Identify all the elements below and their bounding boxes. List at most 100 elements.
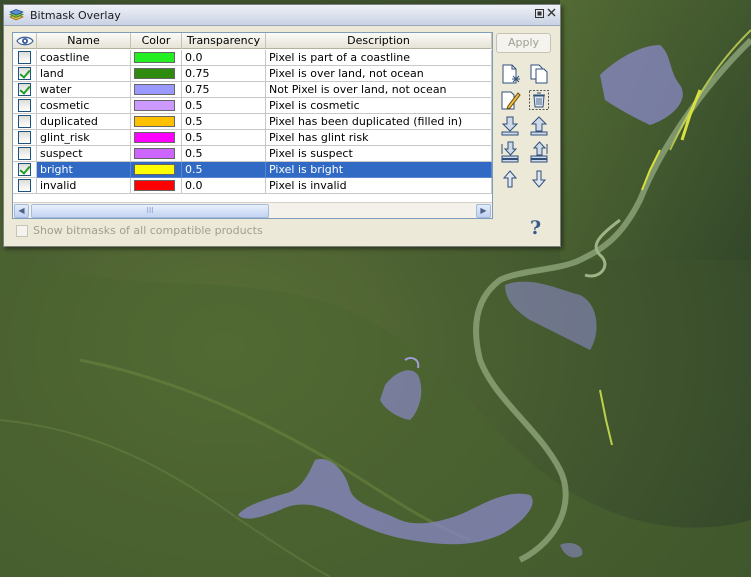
mask-color-cell[interactable]: [131, 178, 182, 194]
close-icon[interactable]: [546, 8, 556, 20]
table-header: Name Color Transparency Description: [13, 33, 492, 49]
mask-color-cell[interactable]: [131, 82, 182, 98]
mask-transparency-cell[interactable]: 0.5: [182, 130, 266, 146]
visibility-cell: [13, 66, 37, 82]
visibility-checkbox[interactable]: [18, 83, 31, 96]
export-multiple-icon[interactable]: [528, 141, 550, 163]
color-swatch: [134, 84, 175, 95]
mask-description-cell[interactable]: Not Pixel is over land, not ocean: [266, 82, 492, 98]
color-swatch: [134, 132, 175, 143]
visibility-cell: [13, 82, 37, 98]
table-row[interactable]: bright 0.5 Pixel is bright: [13, 162, 492, 178]
new-mask-icon[interactable]: [499, 63, 521, 85]
column-header-visible[interactable]: [13, 33, 37, 49]
mask-name-cell[interactable]: water: [37, 82, 131, 98]
color-swatch: [134, 116, 175, 127]
mask-name-cell[interactable]: duplicated: [37, 114, 131, 130]
column-header-name[interactable]: Name: [37, 33, 131, 49]
apply-button[interactable]: Apply: [496, 33, 551, 53]
mask-description-cell[interactable]: Pixel is bright: [266, 162, 492, 178]
visibility-checkbox[interactable]: [18, 115, 31, 128]
mask-transparency-cell[interactable]: 0.5: [182, 114, 266, 130]
window-title: Bitmask Overlay: [30, 9, 121, 22]
mask-name-cell[interactable]: coastline: [37, 50, 131, 66]
horizontal-scrollbar[interactable]: ◀ III ▶: [13, 202, 492, 218]
mask-transparency-cell[interactable]: 0.5: [182, 162, 266, 178]
visibility-checkbox[interactable]: [18, 67, 31, 80]
move-up-icon[interactable]: [499, 168, 521, 190]
scroll-left-arrow-icon[interactable]: ◀: [14, 204, 29, 218]
checkbox-box[interactable]: [16, 225, 28, 237]
mask-transparency-cell[interactable]: 0.5: [182, 146, 266, 162]
mask-transparency-cell[interactable]: 0.0: [182, 50, 266, 66]
mask-color-cell[interactable]: [131, 114, 182, 130]
scroll-right-arrow-icon[interactable]: ▶: [476, 204, 491, 218]
color-swatch: [134, 52, 175, 63]
delete-mask-icon[interactable]: [528, 89, 550, 111]
import-mask-icon[interactable]: [499, 115, 521, 137]
mask-color-cell[interactable]: [131, 130, 182, 146]
mask-description-cell[interactable]: Pixel is cosmetic: [266, 98, 492, 114]
visibility-cell: [13, 162, 37, 178]
column-header-transparency[interactable]: Transparency: [182, 33, 266, 49]
import-multiple-icon[interactable]: [499, 141, 521, 163]
mask-description-cell[interactable]: Pixel has glint risk: [266, 130, 492, 146]
table-row[interactable]: land 0.75 Pixel is over land, not ocean: [13, 66, 492, 82]
visibility-checkbox[interactable]: [18, 99, 31, 112]
mask-color-cell[interactable]: [131, 66, 182, 82]
column-header-description[interactable]: Description: [266, 33, 492, 49]
mask-name-cell[interactable]: bright: [37, 162, 131, 178]
mask-name-cell[interactable]: cosmetic: [37, 98, 131, 114]
scroll-thumb[interactable]: III: [31, 204, 269, 218]
mask-color-cell[interactable]: [131, 146, 182, 162]
visibility-checkbox[interactable]: [18, 163, 31, 176]
visibility-cell: [13, 50, 37, 66]
edit-mask-icon[interactable]: [499, 89, 521, 111]
color-swatch: [134, 68, 175, 79]
float-icon[interactable]: [534, 9, 544, 20]
mask-transparency-cell[interactable]: 0.75: [182, 66, 266, 82]
visibility-checkbox[interactable]: [18, 179, 31, 192]
mask-name-cell[interactable]: suspect: [37, 146, 131, 162]
mask-description-cell[interactable]: Pixel is suspect: [266, 146, 492, 162]
visibility-cell: [13, 130, 37, 146]
color-swatch: [134, 164, 175, 175]
table-row[interactable]: cosmetic 0.5 Pixel is cosmetic: [13, 98, 492, 114]
column-header-color[interactable]: Color: [131, 33, 182, 49]
mask-transparency-cell[interactable]: 0.75: [182, 82, 266, 98]
move-down-icon[interactable]: [528, 168, 550, 190]
mask-name-cell[interactable]: glint_risk: [37, 130, 131, 146]
mask-name-cell[interactable]: invalid: [37, 178, 131, 194]
visibility-cell: [13, 114, 37, 130]
visibility-checkbox[interactable]: [18, 51, 31, 64]
table-row[interactable]: invalid 0.0 Pixel is invalid: [13, 178, 492, 194]
mask-description-cell[interactable]: Pixel is over land, not ocean: [266, 66, 492, 82]
layers-icon: [9, 9, 24, 24]
table-row[interactable]: coastline 0.0 Pixel is part of a coastline: [13, 50, 492, 66]
table-row[interactable]: suspect 0.5 Pixel is suspect: [13, 146, 492, 162]
scroll-grip: III: [146, 206, 154, 215]
mask-color-cell[interactable]: [131, 162, 182, 178]
mask-description-cell[interactable]: Pixel has been duplicated (filled in): [266, 114, 492, 130]
visibility-checkbox[interactable]: [18, 147, 31, 160]
mask-color-cell[interactable]: [131, 98, 182, 114]
table-row[interactable]: water 0.75 Not Pixel is over land, not oce…: [13, 82, 492, 98]
eye-icon: [15, 36, 34, 48]
table-row[interactable]: glint_risk 0.5 Pixel has glint risk: [13, 130, 492, 146]
mask-transparency-cell[interactable]: 0.0: [182, 178, 266, 194]
color-swatch: [134, 148, 175, 159]
mask-description-cell[interactable]: Pixel is invalid: [266, 178, 492, 194]
mask-description-cell[interactable]: Pixel is part of a coastline: [266, 50, 492, 66]
mask-transparency-cell[interactable]: 0.5: [182, 98, 266, 114]
bitmask-table: Name Color Transparency Description coas…: [12, 32, 493, 219]
export-mask-icon[interactable]: [528, 115, 550, 137]
mask-name-cell[interactable]: land: [37, 66, 131, 82]
copy-mask-icon[interactable]: [528, 63, 550, 85]
table-row[interactable]: duplicated 0.5 Pixel has been duplicated (…: [13, 114, 492, 130]
visibility-checkbox[interactable]: [18, 131, 31, 144]
color-swatch: [134, 100, 175, 111]
window-titlebar[interactable]: Bitmask Overlay: [4, 5, 560, 26]
mask-color-cell[interactable]: [131, 50, 182, 66]
visibility-cell: [13, 178, 37, 194]
help-icon[interactable]: ?: [530, 217, 541, 239]
